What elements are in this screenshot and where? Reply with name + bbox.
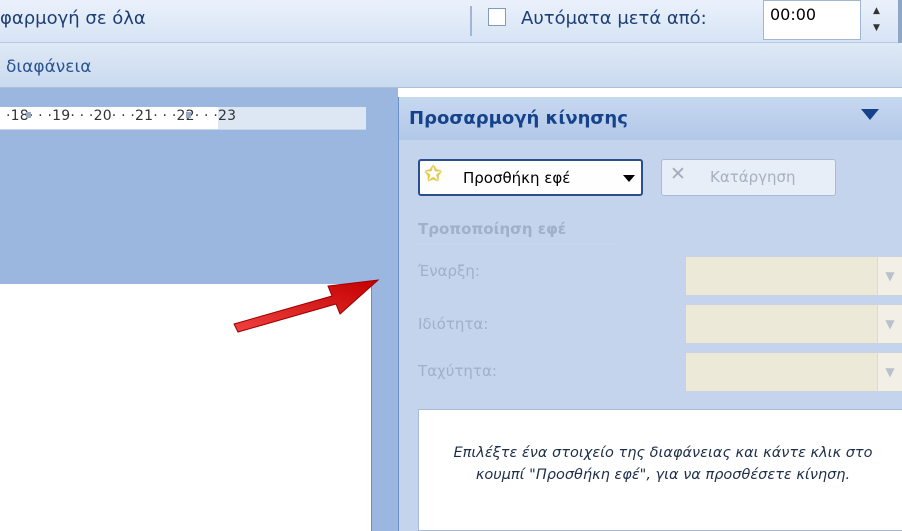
speed-select[interactable]: ▼ [685,352,902,392]
property-select[interactable]: ▼ [685,304,902,344]
remove-icon: ✕ [670,163,686,185]
apply-to-all-button[interactable]: φαρμογή σε όλα [0,4,146,34]
remove-effect-button[interactable]: ✕ Κατάργηση [661,159,836,196]
chevron-down-icon[interactable]: ▼ [877,305,902,343]
spin-up-icon[interactable]: ▲ [873,6,880,16]
hint-text: Επιλέξτε ένα στοιχείο της διαφάνειας και… [453,445,873,483]
start-label: Έναρξη: [418,262,480,280]
ruler-numbers: ·18· · ·19· · ·20· · ·21· · ·22· · ·23 [6,108,237,124]
speed-label: Ταχύτητα: [418,362,497,380]
chevron-down-icon[interactable]: ▼ [877,257,902,295]
ruler-margin-area [218,107,366,129]
start-select[interactable]: ▼ [685,256,902,296]
red-arrow-icon [233,279,380,333]
pane-title: Προσαρμογή κίνησης [409,108,628,129]
auto-advance-label: Αυτόματα μετά από: [521,8,707,29]
add-effect-button[interactable]: ✩ Προσθήκη εφέ [418,159,643,196]
effects-list-area[interactable]: Επιλέξτε ένα στοιχείο της διαφάνειας και… [418,409,902,531]
ribbon-separator [470,6,472,36]
slide-workspace: ·18· · ·19· · ·20· · ·21· · ·22· · ·23 [0,88,398,531]
star-icon: ✩ [424,162,443,187]
add-effect-label: Προσθήκη εφέ [463,169,571,187]
chevron-down-icon [623,175,635,182]
ruler-indent-marker[interactable] [26,112,31,118]
pane-menu-dropdown-icon[interactable] [861,109,879,120]
remove-effect-label: Κατάργηση [710,168,796,186]
auto-advance-time-input[interactable]: 00:00 [763,0,861,40]
property-label: Ιδιότητα: [418,315,489,333]
auto-advance-checkbox[interactable] [488,8,506,26]
time-spinner[interactable]: ▲ ▼ [868,0,892,40]
spin-down-icon[interactable]: ▼ [873,23,880,33]
horizontal-ruler[interactable]: ·18· · ·19· · ·20· · ·21· · ·22· · ·23 [0,107,366,130]
slide-group-label: διαφάνεια [6,57,92,77]
pane-header: Προσαρμογή κίνησης [399,97,902,140]
ribbon-strip: φαρμογή σε όλα Αυτόματα μετά από: 00:00 … [0,0,902,60]
custom-animation-pane: Προσαρμογή κίνησης ✩ Προσθήκη εφέ ✕ Κατά… [398,97,902,531]
section-divider [418,243,614,245]
modify-effect-heading: Τροποποίηση εφέ [418,220,567,238]
slide-group-bar: διαφάνεια [0,43,902,88]
ruler-indent-marker[interactable] [186,112,191,118]
chevron-down-icon[interactable]: ▼ [877,353,902,391]
